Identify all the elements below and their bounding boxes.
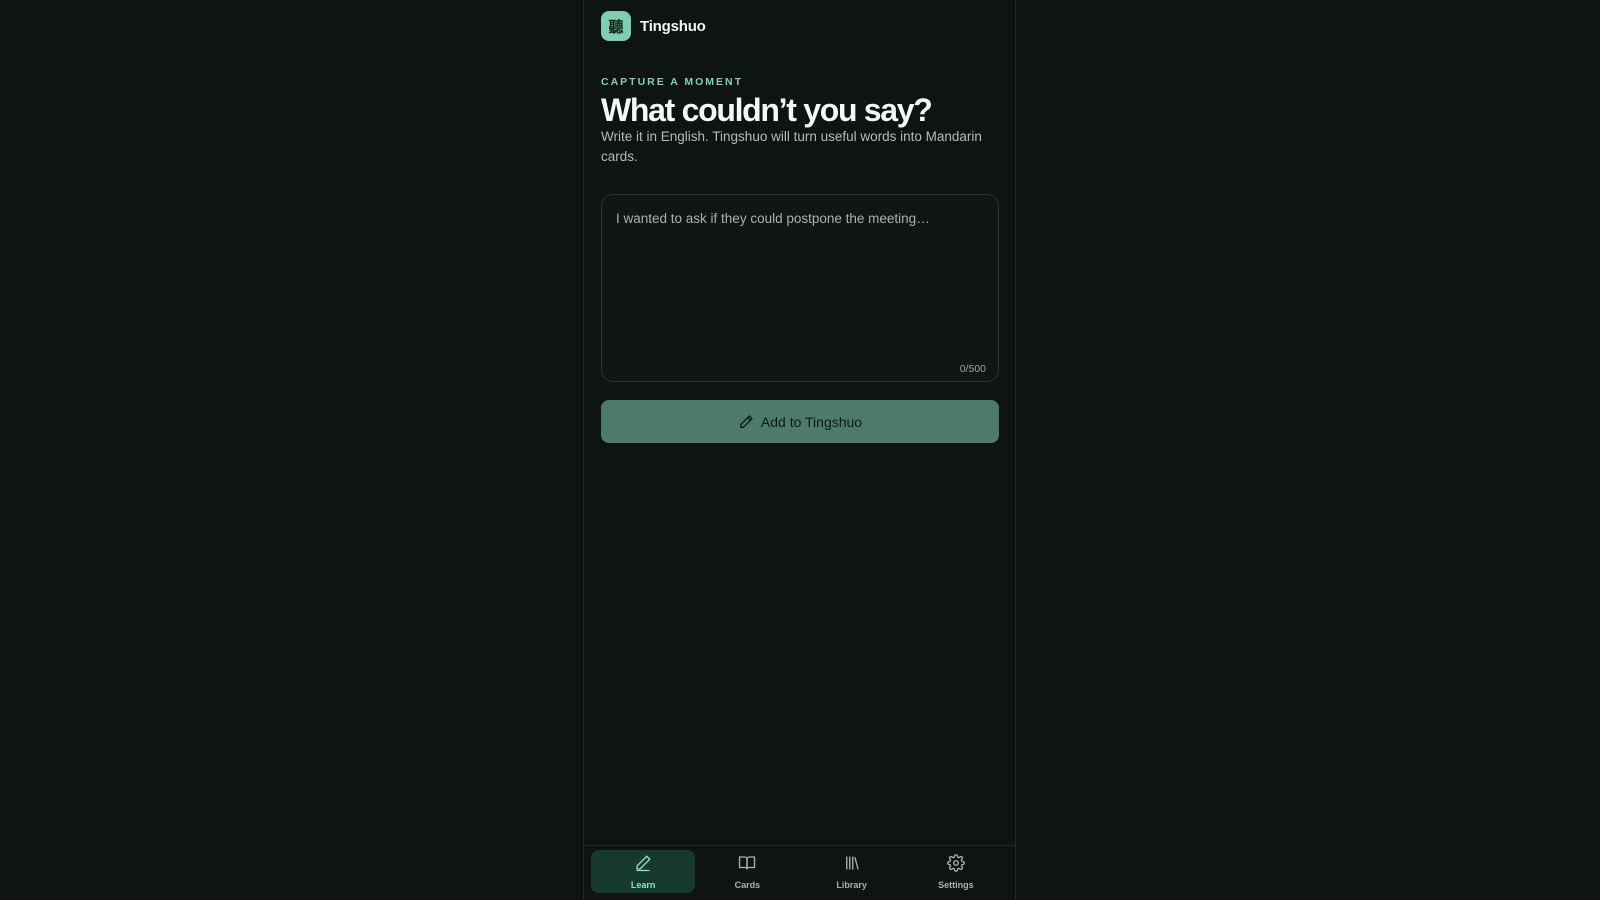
page-title: What couldn’t you say? bbox=[601, 92, 933, 128]
nav-label-settings: Settings bbox=[938, 879, 974, 890]
nav-label-learn: Learn bbox=[630, 879, 656, 890]
app-title: Tingshuo bbox=[640, 17, 706, 35]
pencil-icon bbox=[738, 414, 754, 430]
page-subtitle: Write it in English. Tingshuo will turn … bbox=[601, 129, 982, 164]
book-icon bbox=[738, 854, 756, 877]
app-logo: 聽 bbox=[601, 11, 631, 41]
library-icon bbox=[843, 854, 861, 877]
nav-item-cards[interactable]: Cards bbox=[695, 850, 799, 893]
nav-label-library: Library bbox=[836, 879, 867, 890]
add-button-label: Add to Tingshuo bbox=[760, 413, 863, 430]
nav-label-cards: Cards bbox=[734, 879, 761, 890]
pencil-icon bbox=[634, 854, 652, 877]
app-header: 聽 Tingshuo bbox=[601, 11, 706, 41]
add-to-tingshuo-button[interactable]: Add to Tingshuo bbox=[601, 400, 999, 443]
app-column: 聽 Tingshuo CAPTURE A MOMENT What couldn’… bbox=[583, 0, 1016, 900]
section-eyebrow: CAPTURE A MOMENT bbox=[601, 76, 744, 88]
gear-icon bbox=[947, 853, 965, 877]
nav-item-settings[interactable]: Settings bbox=[904, 850, 1008, 893]
moment-compose-box: 0/500 bbox=[601, 194, 999, 382]
char-counter: 0/500 bbox=[959, 363, 986, 375]
moment-input[interactable] bbox=[602, 195, 998, 381]
nav-item-library[interactable]: Library bbox=[800, 850, 904, 893]
nav-item-learn[interactable]: Learn bbox=[591, 850, 696, 893]
nav-divider bbox=[584, 845, 1015, 846]
bottom-nav: Learn Cards Library Settings bbox=[584, 850, 1015, 896]
